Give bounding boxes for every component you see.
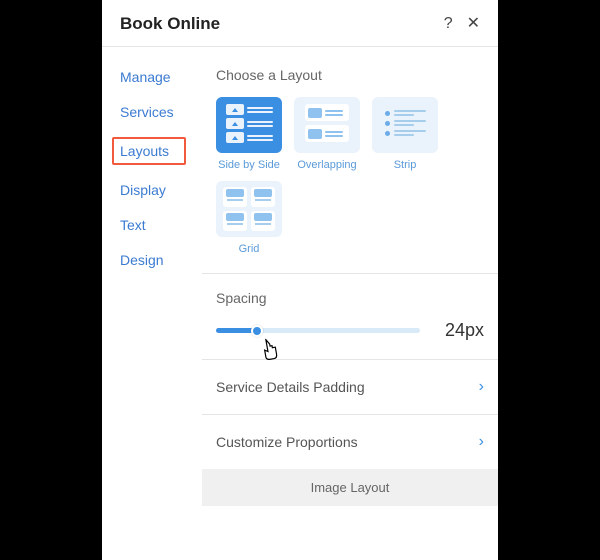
chevron-right-icon: › xyxy=(479,378,484,396)
spacing-section: Spacing 24px xyxy=(216,274,484,359)
layout-label: Grid xyxy=(239,243,260,255)
spacing-value: 24px xyxy=(434,320,484,341)
service-details-padding-row[interactable]: Service Details Padding › xyxy=(216,360,484,414)
layout-option-overlapping[interactable]: Overlapping xyxy=(294,97,360,171)
sidebar-item-display[interactable]: Display xyxy=(120,180,202,200)
chevron-right-icon: › xyxy=(479,433,484,451)
expand-label: Service Details Padding xyxy=(216,379,365,395)
sidebar-item-services[interactable]: Services xyxy=(120,102,202,122)
layout-options: Side by Side Overlapping Strip xyxy=(216,97,484,255)
layout-option-strip[interactable]: Strip xyxy=(372,97,438,171)
layout-label: Strip xyxy=(394,159,417,171)
customize-proportions-row[interactable]: Customize Proportions › xyxy=(216,415,484,469)
sidebar: Manage Services Layouts Display Text Des… xyxy=(102,47,202,560)
panel-title: Book Online xyxy=(120,14,444,34)
panel-header: Book Online ? ✕ xyxy=(102,0,498,47)
layout-option-side-by-side[interactable]: Side by Side xyxy=(216,97,282,171)
image-layout-tab[interactable]: Image Layout xyxy=(202,469,498,506)
spacing-slider-row: 24px xyxy=(216,320,484,341)
sidebar-item-layouts[interactable]: Layouts xyxy=(112,137,186,165)
main-content: Choose a Layout Side by Side Overl xyxy=(202,47,498,560)
spacing-slider[interactable] xyxy=(216,328,420,333)
sidebar-item-manage[interactable]: Manage xyxy=(120,67,202,87)
choose-layout-title: Choose a Layout xyxy=(216,67,484,83)
layout-option-grid[interactable]: Grid xyxy=(216,181,282,255)
layout-thumb-grid xyxy=(216,181,282,237)
sidebar-item-design[interactable]: Design xyxy=(120,250,202,270)
header-actions: ? ✕ xyxy=(444,16,480,32)
expand-label: Customize Proportions xyxy=(216,434,358,450)
layout-thumb-strip xyxy=(372,97,438,153)
layout-thumb-side-by-side xyxy=(216,97,282,153)
layout-label: Overlapping xyxy=(297,159,356,171)
layout-label: Side by Side xyxy=(218,159,280,171)
sidebar-item-text[interactable]: Text xyxy=(120,215,202,235)
help-icon[interactable]: ? xyxy=(444,16,453,32)
layout-thumb-overlapping xyxy=(294,97,360,153)
spacing-title: Spacing xyxy=(216,290,484,306)
settings-panel: Book Online ? ✕ Manage Services Layouts … xyxy=(102,0,498,560)
close-icon[interactable]: ✕ xyxy=(467,16,480,32)
panel-body: Manage Services Layouts Display Text Des… xyxy=(102,47,498,560)
slider-handle[interactable] xyxy=(251,325,263,337)
